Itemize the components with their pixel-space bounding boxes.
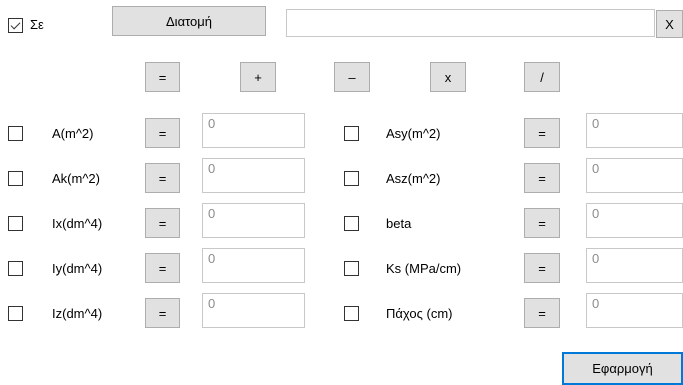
ks-equals-button[interactable]: =: [524, 253, 560, 283]
iy-label: Iy(dm^4): [52, 261, 103, 276]
ix-equals-button[interactable]: =: [145, 208, 180, 238]
ak-checkbox[interactable]: [8, 171, 23, 186]
operator-plus-button[interactable]: +: [240, 62, 276, 92]
sigma-label: Σε: [30, 17, 44, 32]
iy-equals-button[interactable]: =: [145, 253, 180, 283]
apply-button[interactable]: Εφαρμογή: [562, 352, 683, 385]
beta-checkbox[interactable]: [344, 216, 359, 231]
iz-label: Iz(dm^4): [52, 306, 103, 321]
iy-checkbox[interactable]: [8, 261, 23, 276]
ks-label: Ks (MPa/cm): [386, 261, 462, 276]
beta-equals-button[interactable]: =: [524, 208, 560, 238]
ix-checkbox[interactable]: [8, 216, 23, 231]
operator-divide-button[interactable]: /: [524, 62, 560, 92]
iz-checkbox[interactable]: [8, 306, 23, 321]
beta-field[interactable]: 0: [586, 203, 683, 238]
asz-equals-button[interactable]: =: [524, 163, 560, 193]
operator-multiply-button[interactable]: x: [430, 62, 466, 92]
area-field[interactable]: 0: [202, 113, 305, 148]
operator-minus-button[interactable]: –: [334, 62, 370, 92]
iz-equals-button[interactable]: =: [145, 298, 180, 328]
asy-label: Asy(m^2): [386, 126, 441, 141]
operator-equals-button[interactable]: =: [145, 62, 180, 92]
section-field[interactable]: [286, 9, 655, 37]
asz-label: Asz(m^2): [386, 171, 441, 186]
asy-field[interactable]: 0: [586, 113, 683, 148]
asz-checkbox[interactable]: [344, 171, 359, 186]
beta-label: beta: [386, 216, 412, 231]
iy-field[interactable]: 0: [202, 248, 305, 283]
thickness-equals-button[interactable]: =: [524, 298, 560, 328]
area-checkbox[interactable]: [8, 126, 23, 141]
ks-field[interactable]: 0: [586, 248, 683, 283]
thickness-label: Πάχος (cm): [386, 306, 453, 321]
iz-field[interactable]: 0: [202, 293, 305, 328]
asy-equals-button[interactable]: =: [524, 118, 560, 148]
area-equals-button[interactable]: =: [145, 118, 180, 148]
ak-label: Ak(m^2): [52, 171, 100, 186]
asy-checkbox[interactable]: [344, 126, 359, 141]
clear-section-button[interactable]: X: [656, 10, 683, 38]
ix-field[interactable]: 0: [202, 203, 305, 238]
area-label: A(m^2): [52, 126, 94, 141]
thickness-checkbox[interactable]: [344, 306, 359, 321]
section-button[interactable]: Διατομή: [112, 6, 266, 36]
sigma-checkbox[interactable]: [8, 18, 23, 33]
ks-checkbox[interactable]: [344, 261, 359, 276]
ak-equals-button[interactable]: =: [145, 163, 180, 193]
ix-label: Ix(dm^4): [52, 216, 103, 231]
thickness-field[interactable]: 0: [586, 293, 683, 328]
asz-field[interactable]: 0: [586, 158, 683, 193]
ak-field[interactable]: 0: [202, 158, 305, 193]
